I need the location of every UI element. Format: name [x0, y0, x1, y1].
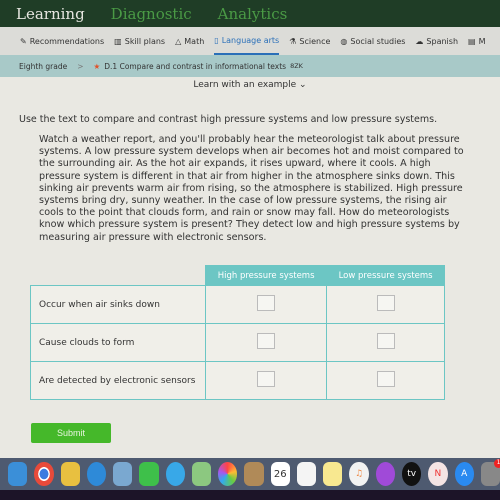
calendar-icon[interactable]: 26 — [270, 462, 290, 486]
photos-icon[interactable] — [218, 462, 238, 486]
tab-label: M — [478, 36, 486, 46]
language-arts-icon: ▯ — [214, 35, 219, 45]
row-label: Occur when air sinks down — [30, 285, 206, 324]
preview-icon[interactable] — [113, 462, 133, 486]
learn-with-example-button[interactable]: Learn with an example ⌄ — [0, 80, 500, 90]
tab-label: Spanish — [426, 36, 459, 46]
notes-icon[interactable] — [323, 462, 343, 486]
reminders-icon[interactable] — [296, 462, 317, 486]
tab-more[interactable]: ▤ M — [468, 27, 485, 55]
row-label: Cause clouds to form — [30, 323, 206, 362]
science-icon: ⚗ — [289, 36, 297, 46]
header-blank — [30, 265, 206, 286]
social-studies-icon: ◍ — [340, 36, 348, 46]
facetime-icon[interactable] — [139, 462, 159, 486]
tab-language-arts[interactable]: ▯ Language arts — [214, 27, 280, 55]
nav-analytics[interactable]: Analytics — [218, 5, 288, 23]
checkbox-low[interactable] — [376, 295, 395, 311]
news-icon[interactable]: N — [428, 462, 448, 486]
passage-text: Watch a weather report, and you'll proba… — [39, 134, 464, 243]
podcasts-icon[interactable] — [375, 462, 395, 486]
table-row: Occur when air sinks down — [30, 285, 445, 324]
subject-bar: ✎ Recommendations ▥ Skill plans △ Math ▯ Lan… — [0, 27, 500, 55]
breadcrumb-skill: D.1 Compare and contrast in informationa… — [104, 61, 287, 71]
finder-icon[interactable] — [8, 462, 28, 486]
tab-skill-plans[interactable]: ▥ Skill plans — [114, 27, 165, 55]
messages-icon[interactable] — [165, 462, 185, 486]
checkbox-low[interactable] — [376, 333, 395, 349]
breadcrumb-grade[interactable]: Eighth grade — [19, 62, 67, 71]
question-prompt: Use the text to compare and contrast hig… — [19, 114, 438, 125]
header-low-pressure: Low pressure systems — [326, 265, 445, 286]
nav-learning[interactable]: Learning — [16, 5, 85, 23]
tab-math[interactable]: △ Math — [175, 27, 204, 55]
tab-recommendations[interactable]: ✎ Recommendations — [20, 27, 104, 55]
checkbox-high[interactable] — [257, 295, 276, 311]
system-preferences-icon[interactable]: 1 — [480, 459, 500, 486]
header-high-pressure: High pressure systems — [204, 265, 328, 286]
more-icon: ▤ — [468, 36, 476, 46]
tab-label: Math — [184, 36, 205, 46]
maps-icon[interactable] — [191, 462, 212, 486]
tab-science[interactable]: ⚗ Science — [289, 27, 330, 55]
table-row: Are detected by electronic sensors — [30, 361, 445, 400]
skill-code: 8ZK — [290, 62, 303, 70]
tab-label: Recommendations — [29, 36, 105, 46]
nav-diagnostic[interactable]: Diagnostic — [111, 5, 192, 23]
launchpad-icon[interactable] — [60, 462, 80, 486]
tab-label: Language arts — [221, 35, 280, 45]
math-icon: △ — [175, 36, 182, 46]
checkbox-high[interactable] — [257, 333, 276, 349]
table-row: Cause clouds to form — [30, 323, 445, 362]
tab-spanish[interactable]: ☁ Spanish — [415, 27, 458, 55]
notification-badge: 1 — [494, 459, 500, 468]
chrome-icon[interactable] — [34, 462, 54, 486]
tab-label: Social studies — [350, 36, 406, 46]
answer-table: High pressure systems Low pressure syste… — [30, 265, 445, 400]
tab-label: Skill plans — [124, 36, 166, 46]
recommendations-icon: ✎ — [20, 36, 27, 46]
row-label: Are detected by electronic sensors — [30, 361, 206, 400]
breadcrumb-separator: > — [77, 61, 84, 71]
music-icon[interactable]: ♫ — [349, 462, 369, 486]
tv-icon[interactable]: tv — [401, 462, 422, 486]
safari-icon[interactable] — [86, 462, 107, 486]
app-store-icon[interactable]: A — [454, 462, 474, 486]
breadcrumb: Eighth grade > ★ D.1 Compare and contras… — [0, 55, 500, 77]
dock: 26 ♫ tv N A 1 — [0, 458, 500, 490]
spanish-icon: ☁ — [415, 36, 424, 46]
checkbox-high[interactable] — [257, 371, 276, 387]
tab-social-studies[interactable]: ◍ Social studies — [340, 27, 405, 55]
submit-button[interactable]: Submit — [31, 423, 111, 443]
checkbox-low[interactable] — [376, 371, 395, 387]
star-icon: ★ — [93, 61, 101, 71]
contacts-icon[interactable] — [244, 462, 264, 486]
screen-bezel — [0, 490, 500, 500]
skill-plans-icon: ▥ — [114, 36, 122, 46]
tab-label: Science — [299, 36, 331, 46]
top-nav: Learning Diagnostic Analytics — [0, 0, 500, 27]
